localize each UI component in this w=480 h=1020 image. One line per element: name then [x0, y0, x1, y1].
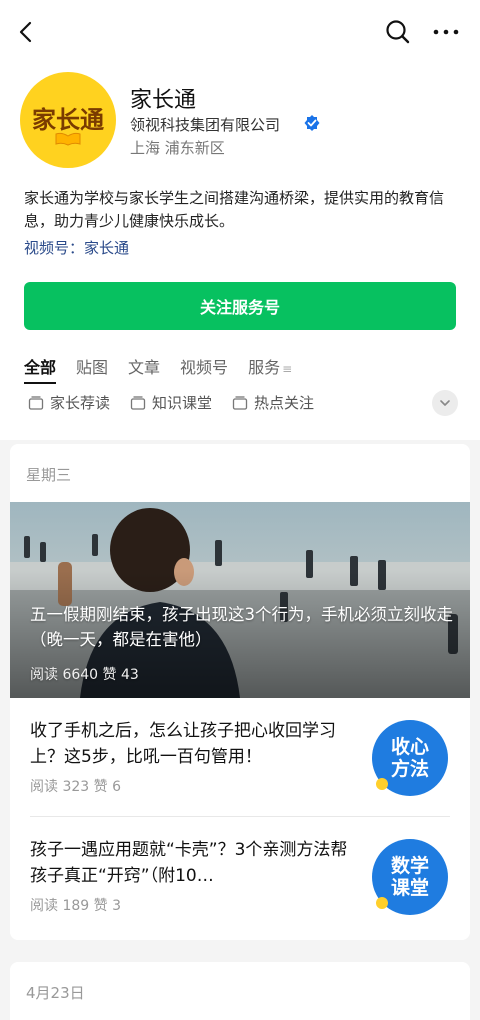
folder-icon: [130, 395, 146, 410]
avatar-logo-text: 家长通: [32, 106, 104, 134]
feed-card: 星期三 五一假期刚结束，孩子出现这3个行为，手机必须立刻收走（晚一天，都是在害他…: [10, 444, 470, 940]
subtab-knowledge[interactable]: 知识课堂: [130, 392, 212, 413]
article-thumbnail: 数学课堂: [372, 839, 448, 915]
tab-video[interactable]: 视频号: [180, 356, 228, 384]
tab-all[interactable]: 全部: [24, 356, 57, 384]
subtab-parent-picks[interactable]: 家长荐读: [28, 392, 110, 413]
video-channel-link[interactable]: 视频号：家长通: [24, 237, 129, 258]
menu-icon: ≡: [282, 362, 293, 376]
tab-articles[interactable]: 文章: [128, 356, 160, 384]
book-icon: [55, 132, 81, 146]
feed-date: 星期三: [26, 466, 72, 484]
list-item[interactable]: 孩子一遇应用题就“卡壳”？3个亲测方法帮孩子真正“开窍”（附10… 阅读 189…: [10, 817, 470, 935]
account-location: 上海 浦东新区: [130, 139, 225, 157]
subtab-label: 家长荐读: [50, 394, 111, 412]
chevron-down-icon: [440, 400, 450, 406]
profile-header: 家长通 家长通 领视科技集团有限公司 上海 浦东新区 家长通为学校与家长学生之间…: [0, 0, 480, 440]
article-stats: 阅读 189 赞 3: [30, 898, 121, 914]
avatar[interactable]: 家长通: [20, 72, 116, 168]
feed-date: 4月23日: [26, 984, 85, 1002]
search-icon[interactable]: [384, 18, 412, 46]
expand-subtabs-button[interactable]: [432, 390, 458, 416]
tab-services-label: 服务: [248, 358, 281, 377]
article-title: 孩子一遇应用题就“卡壳”？3个亲测方法帮孩子真正“开窍”（附10…: [30, 840, 348, 886]
subtab-hot-topics[interactable]: 热点关注: [232, 392, 314, 413]
account-org: 领视科技集团有限公司: [130, 116, 281, 134]
thumbnail-text: 收心方法: [390, 736, 429, 780]
list-item[interactable]: 收了手机之后，怎么让孩子把心收回学习上？这5步，比吼一百句管用！ 阅读 323 …: [10, 698, 470, 816]
nav-bar: [0, 0, 480, 64]
subtab-label: 知识课堂: [152, 394, 213, 412]
back-arrow-icon[interactable]: [14, 18, 42, 46]
verified-icon: [304, 115, 320, 131]
follow-button[interactable]: 关注服务号: [24, 282, 456, 330]
account-name: 家长通: [130, 88, 197, 113]
account-description: 家长通为学校与家长学生之间搭建沟通桥梁，提供实用的教育信息，助力青少儿健康快乐成…: [24, 189, 445, 230]
folder-icon: [232, 395, 248, 410]
article-stats: 阅读 323 赞 6: [30, 779, 121, 795]
thumbnail-dot: [376, 897, 388, 909]
more-icon[interactable]: [430, 18, 462, 46]
thumbnail-text: 数学课堂: [390, 855, 429, 899]
thumbnail-dot: [376, 778, 388, 790]
article-thumbnail: 收心方法: [372, 720, 448, 796]
article-title: 收了手机之后，怎么让孩子把心收回学习上？这5步，比吼一百句管用！: [30, 721, 336, 767]
hero-title: 五一假期刚结束，孩子出现这3个行为，手机必须立刻收走（晚一天，都是在害他）: [30, 605, 453, 649]
feed-card: 4月23日: [10, 962, 470, 1020]
hero-article[interactable]: 五一假期刚结束，孩子出现这3个行为，手机必须立刻收走（晚一天，都是在害他） 阅读…: [10, 502, 470, 698]
subtab-label: 热点关注: [254, 394, 315, 412]
tab-images[interactable]: 贴图: [76, 356, 108, 384]
hero-stats: 阅读 6640 赞 43: [30, 667, 139, 683]
folder-icon: [28, 395, 44, 410]
subtab-list: 家长荐读 知识课堂 热点关注: [28, 392, 334, 413]
content-tabs: 全部 贴图 文章 视频号 服务 ≡: [24, 356, 312, 384]
tab-services[interactable]: 服务 ≡: [248, 356, 292, 384]
